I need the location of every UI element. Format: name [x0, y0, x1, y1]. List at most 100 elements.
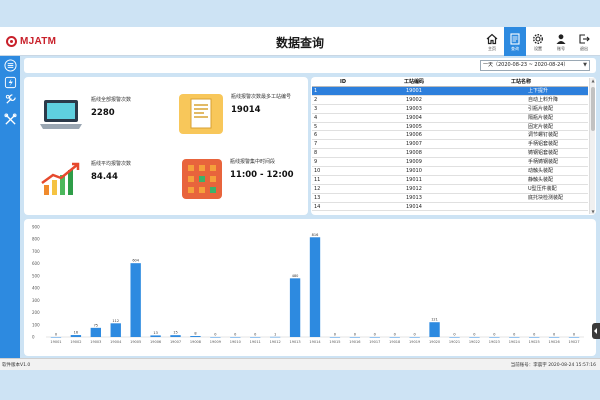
date-range-bar: 一天（2020-08-23 ~ 2020-08-24） ▼: [24, 58, 596, 73]
cell-station-code: 19007: [406, 141, 422, 148]
nav-query-button[interactable]: 查询: [504, 27, 526, 56]
nav-logout-button[interactable]: 退出: [573, 27, 595, 56]
nav-account-label: 账号: [557, 45, 565, 51]
table-row[interactable]: 9 19009 手柄铸钢装配: [312, 158, 588, 168]
cell-station-code: 19001: [406, 88, 422, 94]
logout-icon: [579, 33, 590, 44]
x-tick-label: 19025: [529, 340, 540, 344]
table-row[interactable]: 10 19010 动触头装配: [312, 167, 588, 176]
table-row[interactable]: 3 19003 引瓶片装配: [312, 105, 588, 114]
query-icon: [510, 32, 520, 45]
x-tick-label: 19006: [150, 340, 161, 344]
cell-id: 11: [314, 176, 321, 183]
column-header-station-name[interactable]: 工站名称: [454, 78, 588, 86]
nav-home-button[interactable]: 主页: [481, 27, 503, 56]
table-row[interactable]: 13 19013 底托块检测装配: [312, 194, 588, 203]
x-tick-label: 19009: [210, 340, 221, 344]
logo: MJATM: [6, 36, 56, 47]
stat-value: 11:00 - 12:00: [230, 170, 294, 180]
power-icon: [4, 76, 16, 88]
bar-value-label: 816: [312, 233, 319, 237]
table-row[interactable]: 8 19008 铸钢铝套装配: [312, 149, 588, 159]
stat-value: 2280: [91, 108, 115, 118]
x-tick-label: 19001: [50, 340, 61, 344]
chart-bar: [329, 337, 341, 338]
scroll-thumb[interactable]: [591, 87, 595, 131]
chart-bar: [70, 335, 82, 337]
sidebar-tools-button[interactable]: [3, 92, 17, 106]
cell-id: 12: [314, 185, 321, 192]
collapse-panel-button[interactable]: [592, 323, 600, 339]
sidebar-wrench-button[interactable]: [3, 112, 17, 126]
x-tick-label: 19008: [190, 340, 201, 344]
chart-bar: [568, 337, 580, 338]
bar-value-label: 8: [194, 332, 196, 336]
table-row[interactable]: 1 19001 上下提升: [312, 87, 588, 96]
stat-value: 19014: [231, 105, 261, 115]
wrench-cross-icon: [3, 112, 17, 125]
cell-id: 5: [314, 123, 318, 130]
nav-settings-button[interactable]: 设置: [527, 27, 549, 56]
scroll-up-icon[interactable]: ▲: [590, 78, 596, 83]
sidebar-list-button[interactable]: [3, 58, 17, 72]
table-row[interactable]: 5 19005 固定片装配: [312, 123, 588, 132]
chart-bar: [509, 337, 520, 338]
logo-mark-icon: [6, 36, 17, 47]
column-header-id[interactable]: ID: [312, 78, 374, 86]
cell-id: 10: [314, 168, 321, 175]
nav-account-button[interactable]: 账号: [550, 27, 572, 56]
chart-bar: [529, 337, 540, 338]
home-icon: [486, 33, 498, 44]
station-table-panel: ID 工站编码 工站名称 1 19001 上下提升 2 19002 自动上料升降 3 1900…: [311, 77, 596, 215]
calendar-icon: [182, 159, 222, 199]
table-header: ID 工站编码 工站名称: [312, 78, 588, 87]
table-row[interactable]: 6 19006 调节螺钉装配: [312, 131, 588, 141]
x-tick-label: 19022: [469, 340, 480, 344]
table-scrollbar[interactable]: ▲ ▼: [589, 78, 595, 214]
column-header-station-code[interactable]: 工站编码: [374, 78, 454, 86]
chart-bar: [409, 337, 420, 338]
table-row[interactable]: 11 19011 静触头装配: [312, 176, 588, 185]
cell-station-name: 手柄铝套装配: [528, 141, 559, 148]
scroll-down-icon[interactable]: ▼: [590, 209, 596, 214]
status-account-time: 当前账号：李晨宇 2020-08-24 15:57:16: [510, 363, 596, 368]
sidebar-power-button[interactable]: [3, 75, 17, 89]
bar-value-label: 0: [354, 333, 356, 337]
cell-id: 7: [314, 141, 318, 148]
cell-station-code: 19010: [406, 168, 422, 175]
table-row[interactable]: 14 19014: [312, 203, 588, 212]
chart-bar: [469, 337, 480, 338]
cell-id: 13: [314, 194, 321, 201]
bar-value-label: 0: [374, 333, 376, 337]
bar-value-label: 0: [414, 333, 416, 337]
stat-label: 瓶线全部报警次数: [91, 97, 132, 103]
app-window: MJATM 数据查询 主页 查询 设置 账号 退出 一天（2020-08-23 …: [0, 0, 600, 400]
cell-station-name: 底托块检测装配: [528, 194, 564, 201]
chart-bar: [429, 322, 440, 337]
bar-value-label: 0: [493, 333, 495, 337]
nav-settings-label: 设置: [534, 45, 542, 51]
bar-value-label: 121: [431, 318, 438, 322]
bar-value-label: 15: [173, 331, 177, 335]
cell-station-name: 隔瓶片装配: [528, 114, 554, 121]
x-tick-label: 19015: [329, 340, 340, 344]
nav-logout-label: 退出: [580, 45, 588, 51]
table-row[interactable]: 7 19007 手柄铝套装配: [312, 140, 588, 150]
date-range-select[interactable]: 一天（2020-08-23 ~ 2020-08-24） ▼: [480, 60, 590, 71]
chart-bar: [269, 336, 281, 338]
cell-id: 14: [314, 203, 321, 210]
nav-home-label: 主页: [488, 45, 496, 51]
stats-panel: 瓶线全部报警次数 2280 瓶线报警次数最多工站编号 19014 瓶线平均报警次…: [24, 77, 308, 215]
cell-station-code: 19009: [406, 159, 422, 166]
cell-station-name: 调节螺钉装配: [528, 132, 559, 139]
bar-value-label: 0: [533, 333, 535, 337]
laptop-icon: [40, 100, 82, 129]
cell-station-name: 静触头装配: [528, 176, 554, 183]
y-tick-label: 100: [32, 322, 40, 327]
cell-station-code: 19012: [406, 185, 422, 192]
table-row[interactable]: 2 19002 自动上料升降: [312, 96, 588, 105]
table-row[interactable]: 4 19004 隔瓶片装配: [312, 114, 588, 123]
stat-peak-time: 瓶线报警集中时间段 11:00 - 12:00: [182, 159, 294, 199]
table-row[interactable]: 12 19012 U型压件装配: [312, 185, 588, 194]
x-tick-label: 19010: [230, 340, 241, 344]
